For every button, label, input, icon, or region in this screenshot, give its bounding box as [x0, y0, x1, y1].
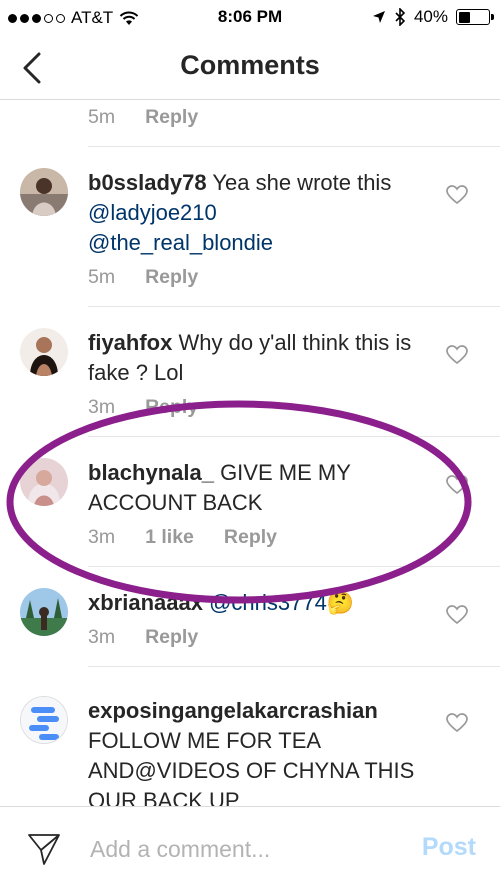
avatar[interactable]: [20, 696, 68, 744]
comment-time: 3m: [88, 626, 116, 648]
heart-icon[interactable]: [446, 475, 468, 495]
heart-icon[interactable]: [446, 345, 468, 365]
reply-button[interactable]: Reply: [145, 396, 198, 419]
comment-meta: 5m Reply: [88, 106, 198, 129]
divider: [88, 306, 500, 307]
thinking-emoji: 🤔: [326, 590, 355, 615]
comment-username[interactable]: exposingangelakarcrashian: [88, 698, 378, 723]
comment-meta: 3m Reply: [88, 396, 198, 419]
status-right: 40%: [372, 7, 494, 27]
heart-icon[interactable]: [446, 713, 468, 733]
reply-button[interactable]: Reply: [145, 266, 198, 289]
reply-button[interactable]: Reply: [145, 106, 198, 129]
post-button[interactable]: Post: [422, 833, 476, 862]
send-icon[interactable]: [26, 831, 62, 867]
heart-icon[interactable]: [446, 185, 468, 205]
comment-text: b0sslady78 Yea she wrote this @ladyjoe21…: [88, 168, 428, 258]
nav-bar: Comments: [0, 36, 500, 100]
battery-percent: 40%: [413, 7, 448, 26]
comment-text: fiyahfox Why do y'all think this is fake…: [88, 328, 428, 388]
location-arrow-icon: [372, 11, 385, 23]
reply-button[interactable]: Reply: [224, 526, 277, 549]
comment-username[interactable]: b0sslady78: [88, 170, 207, 195]
comment-username[interactable]: blachynala_: [88, 460, 214, 485]
comment-composer: Post: [0, 806, 500, 888]
heart-icon[interactable]: [446, 605, 468, 625]
page-title: Comments: [180, 50, 320, 80]
avatar[interactable]: [20, 328, 68, 376]
comment-meta: 3m Reply: [88, 626, 198, 649]
comment-time: 5m: [88, 106, 116, 128]
divider: [88, 146, 500, 147]
comment-username[interactable]: fiyahfox: [88, 330, 172, 355]
avatar[interactable]: [20, 168, 68, 216]
comment-input[interactable]: [90, 829, 390, 869]
comment-time: 5m: [88, 266, 116, 288]
divider: [88, 666, 500, 667]
comment-body: Yea she wrote this: [206, 170, 392, 195]
reply-button[interactable]: Reply: [145, 626, 198, 649]
comment-text: blachynala_ GIVE ME MY ACCOUNT BACK: [88, 458, 428, 518]
comment-text: xbrianaaax @chris3774🤔: [88, 588, 428, 618]
mention-link[interactable]: @ladyjoe210: [88, 200, 217, 225]
divider: [88, 436, 500, 437]
comment-time: 3m: [88, 396, 116, 418]
comment-username[interactable]: xbrianaaax: [88, 590, 203, 615]
comment-body: FOLLOW ME FOR TEA AND@VIDEOS OF CHYNA TH…: [88, 728, 415, 806]
likes-count[interactable]: 1 like: [145, 526, 194, 549]
status-bar: AT&T 8:06 PM 40%: [0, 0, 500, 36]
comment-meta: 3m 1 like Reply: [88, 526, 277, 549]
avatar[interactable]: [20, 458, 68, 506]
comment-text: exposingangelakarcrashian FOLLOW ME FOR T…: [88, 696, 428, 806]
mention-link[interactable]: @the_real_blondie: [88, 230, 273, 255]
battery-icon: [456, 9, 494, 25]
comment-meta: 5m Reply: [88, 266, 198, 289]
avatar[interactable]: [20, 588, 68, 636]
bluetooth-icon: [395, 8, 406, 26]
comments-list[interactable]: 5m Reply b0sslady78 Yea she wrote this @…: [0, 100, 500, 806]
divider: [88, 566, 500, 567]
mention-link[interactable]: @chris3774: [209, 590, 327, 615]
comment-time: 3m: [88, 526, 116, 548]
